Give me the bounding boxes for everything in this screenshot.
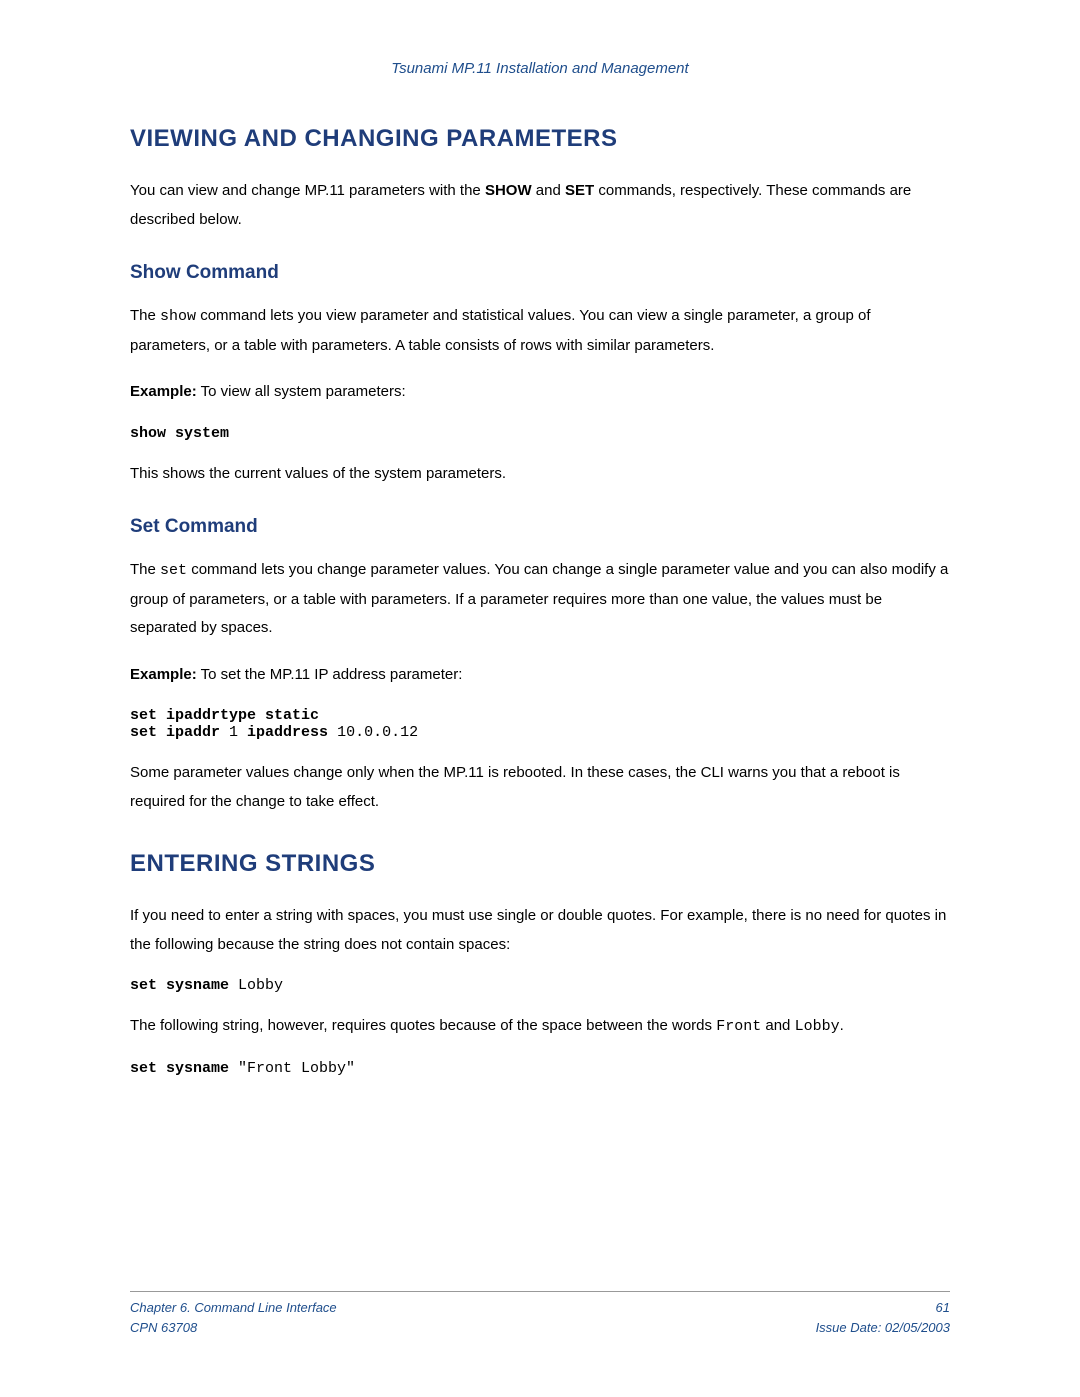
strings-code-1: set sysname Lobby bbox=[130, 977, 950, 994]
example-text: To set the MP.11 IP address parameter: bbox=[197, 666, 463, 683]
code-arg-1: 1 bbox=[229, 724, 238, 741]
set-command-heading: Set Command bbox=[130, 516, 950, 538]
strings-p2: The following string, however, requires … bbox=[130, 1012, 950, 1042]
inline-code-set: set bbox=[160, 562, 187, 579]
text: The following string, however, requires … bbox=[130, 1017, 716, 1034]
code-cmd: set sysname bbox=[130, 977, 238, 994]
show-command-bold: SHOW bbox=[485, 182, 532, 199]
show-example-line: Example: To view all system parameters: bbox=[130, 378, 950, 407]
set-description: The set command lets you change paramete… bbox=[130, 556, 950, 643]
show-description: The show command lets you view parameter… bbox=[130, 302, 950, 360]
example-text: To view all system parameters: bbox=[197, 383, 406, 400]
inline-code-front: Front bbox=[716, 1018, 761, 1035]
example-label: Example: bbox=[130, 383, 197, 400]
section-heading-strings: ENTERING STRINGS bbox=[130, 850, 950, 878]
text: The bbox=[130, 561, 160, 578]
strings-code-2: set sysname "Front Lobby" bbox=[130, 1060, 950, 1077]
code-text: show system bbox=[130, 425, 229, 442]
show-command-heading: Show Command bbox=[130, 262, 950, 284]
inline-code-lobby: Lobby bbox=[795, 1018, 840, 1035]
footer-left: Chapter 6. Command Line Interface CPN 63… bbox=[130, 1298, 337, 1337]
page-content: Tsunami MP.11 Installation and Managemen… bbox=[0, 0, 1080, 1077]
footer-right: 61 Issue Date: 02/05/2003 bbox=[816, 1298, 950, 1337]
code-line-2-key: ipaddress bbox=[238, 724, 337, 741]
text: The bbox=[130, 307, 160, 324]
text: and bbox=[761, 1017, 794, 1034]
example-label: Example: bbox=[130, 666, 197, 683]
footer-cpn: CPN 63708 bbox=[130, 1318, 337, 1338]
code-arg-ip: 10.0.0.12 bbox=[337, 724, 418, 741]
inline-code-show: show bbox=[160, 308, 196, 325]
code-line-1: set ipaddrtype static bbox=[130, 707, 319, 724]
show-result-text: This shows the current values of the sys… bbox=[130, 460, 950, 489]
set-note: Some parameter values change only when t… bbox=[130, 759, 950, 816]
strings-p1: If you need to enter a string with space… bbox=[130, 902, 950, 959]
code-arg-lobby: Lobby bbox=[238, 977, 283, 994]
document-header: Tsunami MP.11 Installation and Managemen… bbox=[130, 60, 950, 77]
footer-page-number: 61 bbox=[816, 1298, 950, 1318]
intro-paragraph: You can view and change MP.11 parameters… bbox=[130, 177, 950, 234]
footer-chapter: Chapter 6. Command Line Interface bbox=[130, 1298, 337, 1318]
page-footer: Chapter 6. Command Line Interface CPN 63… bbox=[130, 1291, 950, 1337]
code-cmd: set sysname bbox=[130, 1060, 238, 1077]
set-code-block: set ipaddrtype static set ipaddr 1 ipadd… bbox=[130, 707, 950, 741]
set-example-line: Example: To set the MP.11 IP address par… bbox=[130, 661, 950, 690]
show-code-block: show system bbox=[130, 425, 950, 442]
footer-issue-date: Issue Date: 02/05/2003 bbox=[816, 1318, 950, 1338]
text: command lets you view parameter and stat… bbox=[130, 307, 871, 354]
text: command lets you change parameter values… bbox=[130, 561, 948, 636]
code-line-2-cmd: set ipaddr bbox=[130, 724, 229, 741]
code-arg-front-lobby: "Front Lobby" bbox=[238, 1060, 355, 1077]
section-heading-viewing: VIEWING AND CHANGING PARAMETERS bbox=[130, 125, 950, 153]
text: You can view and change MP.11 parameters… bbox=[130, 182, 485, 199]
text: . bbox=[840, 1017, 844, 1034]
text: and bbox=[532, 182, 565, 199]
set-command-bold: SET bbox=[565, 182, 594, 199]
